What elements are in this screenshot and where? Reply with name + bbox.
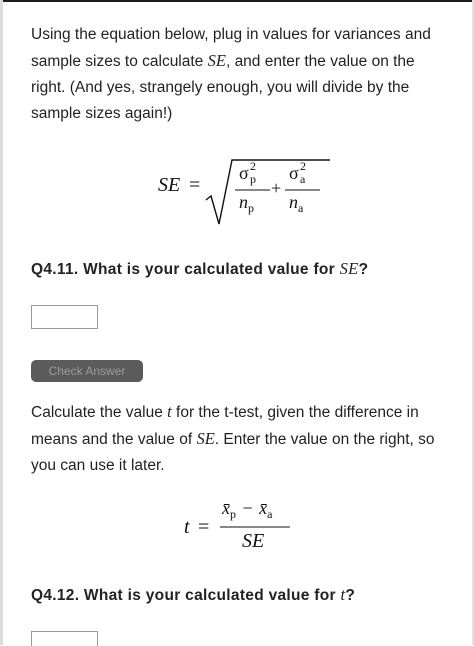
q411-label-after: ? (358, 261, 369, 278)
n-p: np (239, 192, 254, 215)
xbar-a-subscript: a (267, 507, 273, 521)
xbar-p-subscript: p (230, 507, 236, 521)
intro-paragraph: Using the equation below, plug in values… (31, 22, 451, 127)
t-minus: − (242, 498, 253, 518)
t-formula: t = x̄p − x̄a SE (180, 494, 310, 556)
sigma-a-subscript: a (300, 172, 306, 186)
t-intro-paragraph: Calculate the value t for the t-test, gi… (31, 399, 451, 479)
top-border (0, 0, 474, 2)
n-a-subscript: a (298, 201, 304, 215)
t-intro-text-1: Calculate the value (31, 404, 168, 421)
q412-label-after: ? (345, 587, 356, 604)
q411-answer-input[interactable] (31, 305, 98, 329)
sigma-a-symbol: σ (289, 163, 299, 183)
q412-label-before: Q4.12. What is your calculated value for (31, 587, 341, 604)
left-border (0, 0, 3, 645)
xbar-a-symbol: x̄ (259, 498, 268, 518)
t-numerator: x̄p − x̄a (222, 498, 273, 521)
n-a-letter: n (289, 192, 298, 212)
xbar-p-symbol: x̄ (222, 498, 230, 518)
t-denominator: SE (242, 530, 265, 552)
n-p-letter: n (239, 192, 248, 212)
n-a: na (289, 192, 304, 215)
sigma-p-symbol: σ (239, 163, 249, 183)
question-4-12-label: Q4.12. What is your calculated value for… (31, 585, 355, 605)
sigma-p-subscript: p (250, 172, 256, 186)
check-answer-button[interactable]: Check Answer (31, 360, 143, 382)
t-intro-se-variable: SE (196, 429, 215, 448)
se-formula-plus: + (271, 178, 282, 198)
q411-label-before: Q4.11. What is your calculated value for (31, 261, 340, 278)
q412-answer-input[interactable] (31, 631, 98, 646)
n-p-subscript: p (248, 201, 254, 215)
se-formula: SE = σ2p + σ2a np na (150, 148, 350, 228)
sigma-p-squared: σ2p (239, 159, 256, 186)
sigma-a-squared: σ2a (289, 159, 306, 186)
question-4-11-label: Q4.11. What is your calculated value for… (31, 259, 368, 279)
intro-se-variable: SE (207, 51, 226, 70)
q411-variable: SE (339, 259, 359, 278)
